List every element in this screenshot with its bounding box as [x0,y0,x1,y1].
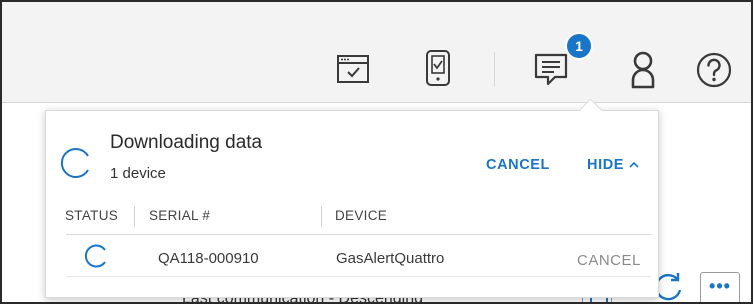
device-count: 1 device [110,165,166,182]
column-divider [321,206,322,227]
hide-button[interactable]: HIDE [587,157,639,173]
app-screen: 1 Last communication - Descending [0,0,753,304]
toolbar-divider [494,52,495,86]
cancel-all-button[interactable]: CANCEL [486,157,550,173]
help-icon[interactable] [694,50,734,90]
user-icon[interactable] [628,49,658,91]
column-header-serial: SERIAL # [149,208,211,223]
browser-check-icon[interactable] [335,52,371,86]
column-header-status: STATUS [65,208,119,223]
row-cancel-button[interactable]: CANCEL [577,252,641,269]
device-check-icon[interactable] [423,48,453,88]
popup-title: Downloading data [110,132,263,153]
more-options-button[interactable]: ••• [700,272,740,302]
chevron-up-icon [629,157,639,173]
download-status-popup: Downloading data 1 device CANCEL HIDE ST… [45,98,659,298]
hide-label: HIDE [587,157,625,173]
messages-icon[interactable] [532,50,572,90]
top-bar: 1 [2,2,751,103]
row-device: GasAlertQuattro [336,250,445,267]
header-divider [66,234,651,235]
column-header-device: DEVICE [335,208,388,223]
loading-spinner-icon [59,146,93,185]
row-loading-spinner-icon [83,243,109,274]
notification-badge: 1 [565,32,593,60]
row-serial: QA118-000910 [158,250,259,267]
row-divider [66,276,651,277]
column-divider [134,206,135,227]
